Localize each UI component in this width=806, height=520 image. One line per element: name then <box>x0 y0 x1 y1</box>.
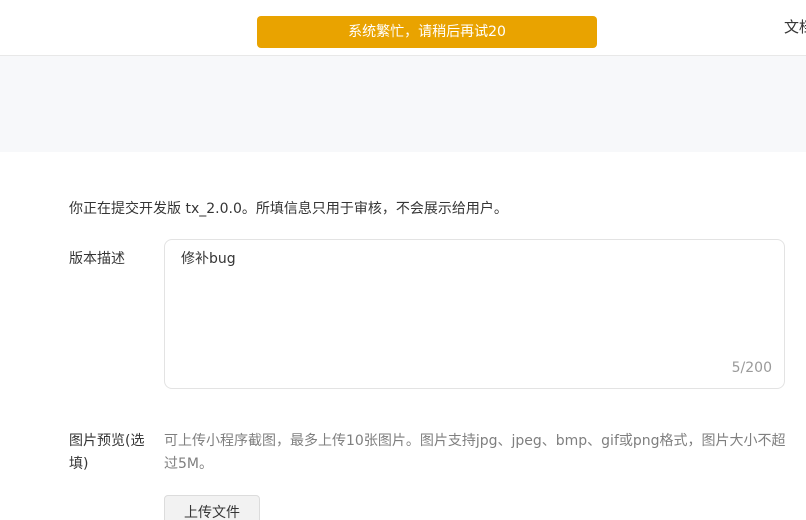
upload-file-button[interactable]: 上传文件 <box>164 495 260 520</box>
upload-hint: 可上传小程序截图，最多上传10张图片。图片支持jpg、jpeg、bmp、gif或… <box>164 433 786 472</box>
version-description-label: 版本描述 <box>69 251 125 267</box>
image-preview-label: 图片预览(选填) <box>69 433 145 472</box>
version-description-textarea[interactable]: 修补bug 5/200 <box>164 239 785 389</box>
header-band <box>0 56 806 152</box>
submission-notice: 你正在提交开发版 tx_2.0.0。所填信息只用于审核，不会展示给用户。 <box>69 201 508 217</box>
top-bar: 系统繁忙，请稍后再试20 文档 <box>0 0 806 56</box>
submit-review-page: 系统繁忙，请稍后再试20 文档 你正在提交开发版 tx_2.0.0。所填信息只用… <box>0 0 806 520</box>
version-description-value: 修补bug <box>181 251 236 267</box>
character-counter: 5/200 <box>731 360 772 376</box>
docs-link[interactable]: 文档 <box>784 16 806 38</box>
error-toast: 系统繁忙，请稍后再试20 <box>257 16 597 48</box>
